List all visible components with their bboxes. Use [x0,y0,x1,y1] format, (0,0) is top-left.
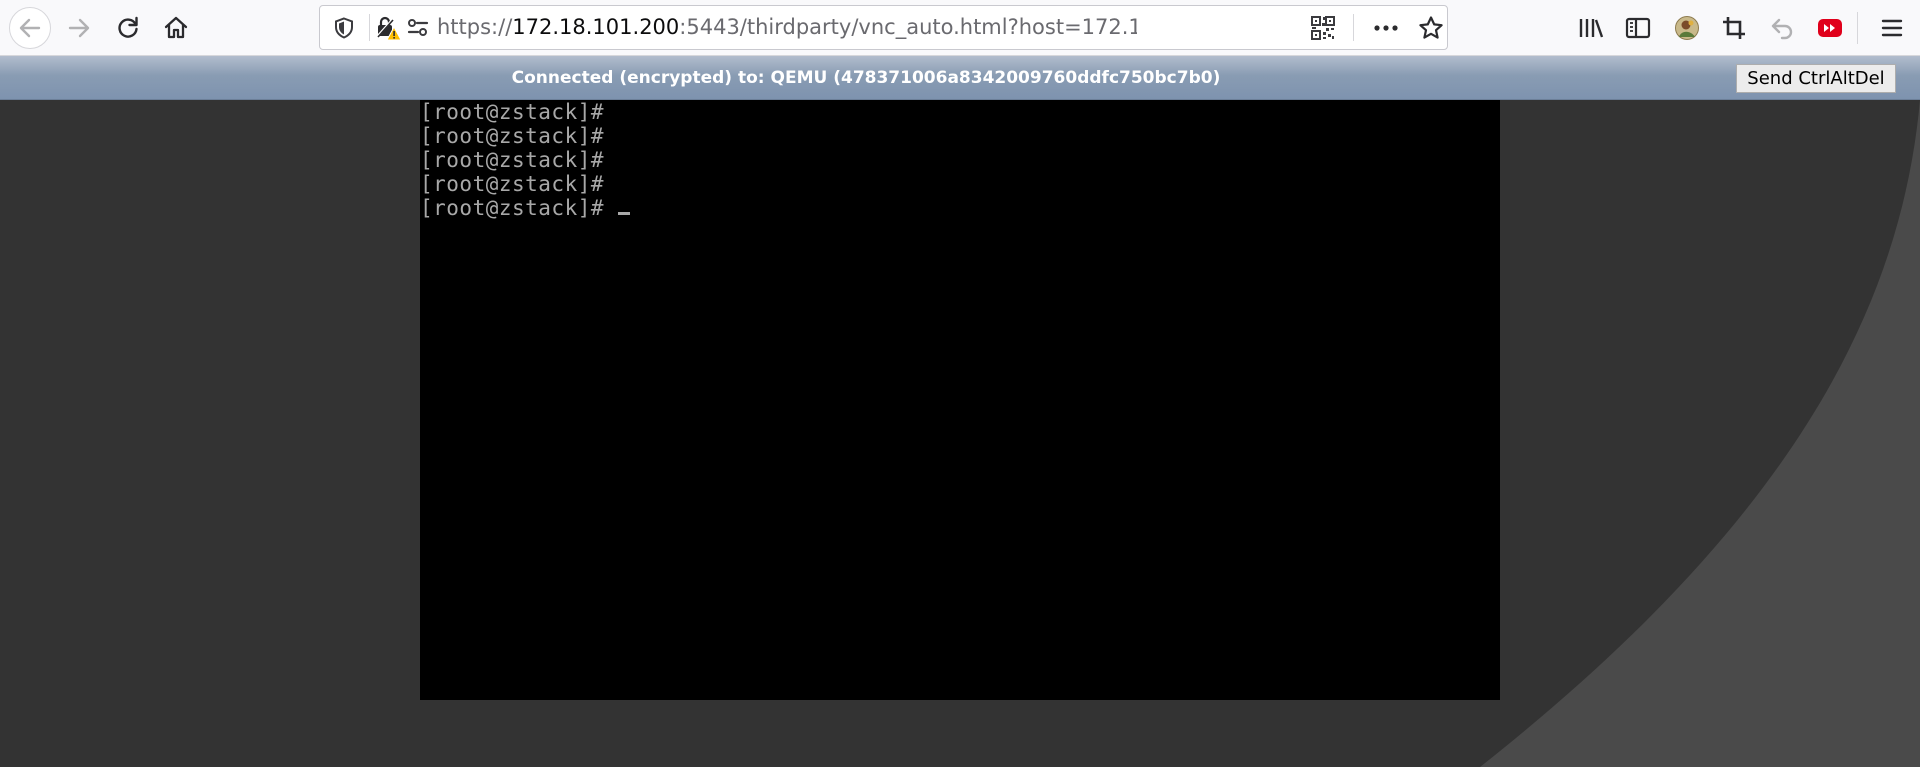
terminal-output: [root@zstack]# [root@zstack]# [root@zsta… [420,100,631,220]
home-button[interactable] [155,7,197,49]
vnc-screen[interactable]: [root@zstack]# [root@zstack]# [root@zsta… [420,100,1500,700]
sidebar-icon [1625,17,1651,39]
back-arrow-icon [19,18,41,38]
terminal-line: [root@zstack]# [420,100,605,124]
tracking-protection-button[interactable] [330,6,358,49]
url-separator [369,14,370,41]
url-separator-2 [1353,14,1354,41]
terminal-line: [root@zstack]# [420,172,605,196]
bookmark-button[interactable] [1414,6,1448,49]
permissions-icon [407,18,429,36]
library-button[interactable] [1571,0,1611,56]
forward-button[interactable] [58,7,100,49]
forward-arrow-icon [68,18,90,38]
connection-status: Connected (encrypted) to: QEMU (47837100… [511,68,1221,88]
url-host: 172.18.101.200 [512,15,680,39]
url-text[interactable]: https://172.18.101.200:5443/thirdparty/v… [437,6,1137,49]
home-icon [164,16,188,39]
video-extension-button[interactable] [1810,0,1850,56]
screenshot-button[interactable] [1714,0,1754,56]
qr-code-button[interactable] [1308,6,1338,49]
sidebar-button[interactable] [1618,0,1658,56]
url-prefix: https:// [437,15,513,39]
terminal-line: [root@zstack]# [420,148,605,172]
library-icon [1579,19,1604,38]
page-actions-button[interactable] [1368,6,1404,49]
extension-avatar-button[interactable] [1667,0,1707,56]
reload-button[interactable] [107,7,149,49]
browser-toolbar: https://172.18.101.200:5443/thirdparty/v… [0,0,1920,56]
bookmark-star-icon [1419,15,1443,39]
extension-avatar-icon [1675,16,1699,40]
terminal-prompt-line: [root@zstack]# [420,196,631,220]
screenshot-crop-icon [1723,17,1745,39]
tracking-shield-icon [335,16,353,39]
terminal-cursor [618,212,631,215]
terminal-line: [root@zstack]# [420,124,605,148]
vnc-viewport: [root@zstack]# [root@zstack]# [root@zsta… [0,100,1920,767]
qr-code-icon [1311,15,1335,40]
reload-icon [118,16,138,38]
vnc-status-bar: Connected (encrypted) to: QEMU (47837100… [0,56,1920,100]
terminal-prompt: [root@zstack]# [420,196,605,220]
main-menu-button[interactable] [1872,0,1912,56]
undo-icon [1771,18,1793,40]
url-bar[interactable]: https://172.18.101.200:5443/thirdparty/v… [319,5,1448,50]
send-ctrl-alt-del-button[interactable]: Send CtrlAltDel [1736,64,1896,93]
url-path: :5443/thirdparty/vnc_auto.html?host=172.… [679,15,1137,39]
page-actions-icon [1374,24,1398,31]
video-extension-icon [1818,19,1842,37]
hamburger-menu-icon [1881,19,1903,37]
permissions-button[interactable] [404,6,432,49]
insecure-lock-warning-icon [376,16,401,40]
toolbar-separator [1857,12,1858,44]
undo-button[interactable] [1762,0,1802,56]
back-button[interactable] [9,7,51,49]
site-identity-button[interactable] [373,6,403,49]
